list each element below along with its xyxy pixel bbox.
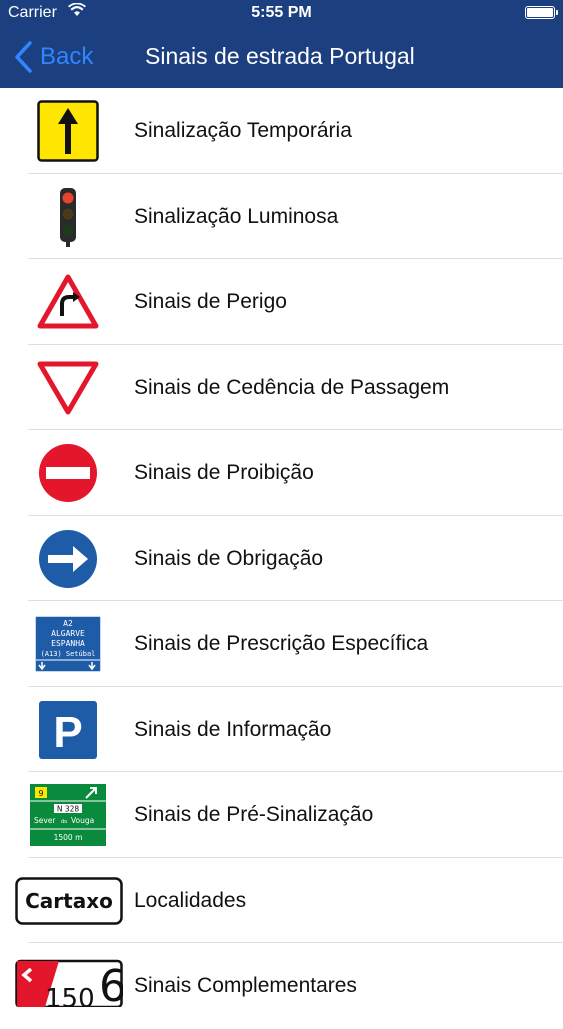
parking-sign-icon: P — [28, 699, 108, 761]
sign-road-text: A2 — [63, 619, 73, 628]
navigation-bar: Back Sinais de estrada Portugal — [0, 28, 563, 88]
list-item-localidades[interactable]: Cartaxo Localidades — [0, 858, 563, 943]
list-item-sinais-de-perigo[interactable]: Sinais de Perigo — [0, 259, 563, 345]
complementary-number: 150 — [45, 984, 95, 1007]
clock: 5:55 PM — [251, 4, 312, 21]
direction-sign-icon: A2 ALGARVE ESPANHA (A13) Setúbal — [28, 613, 108, 675]
list-item-sinais-de-informacao[interactable]: P Sinais de Informação — [0, 687, 563, 772]
list-item-label: Sinalização Temporária — [134, 119, 352, 142]
list-item-label: Sinais de Prescrição Específica — [134, 632, 429, 655]
list-item-label: Sinalização Luminosa — [134, 204, 339, 228]
place-connector: do — [61, 819, 67, 825]
place-name-2: Vouga — [71, 816, 94, 825]
danger-triangle-icon — [28, 271, 108, 333]
list-item-label: Sinais de Informação — [134, 717, 332, 741]
pre-signal-sign-icon: 9 N 328 Sever do Vouga 1500 m — [28, 784, 108, 846]
sign-line2-text: ESPANHA — [51, 639, 85, 648]
locality-sign-icon: Cartaxo — [15, 870, 123, 932]
list-item-label: Localidades — [134, 888, 247, 912]
back-label: Back — [40, 43, 94, 70]
distance-text: 1500 m — [54, 833, 83, 842]
list-item-sinais-de-proibicao[interactable]: Sinais de Proibição — [0, 430, 563, 516]
battery-icon — [525, 6, 558, 19]
list-item-sinais-complementares[interactable]: 150 6 Sinais Complementares — [0, 943, 563, 1029]
back-button[interactable]: Back — [14, 40, 93, 74]
status-bar: Carrier 5:55 PM — [0, 0, 563, 28]
list-item-sinais-de-cedencia[interactable]: Sinais de Cedência de Passagem — [0, 345, 563, 430]
exit-number: 9 — [38, 789, 43, 798]
list-item-label: Sinais de Obrigação — [134, 546, 324, 570]
sign-line3-text: (A13) Setúbal — [41, 650, 96, 658]
list-item-sinais-de-prescricao[interactable]: A2 ALGARVE ESPANHA (A13) Setúbal Sinais … — [0, 601, 563, 687]
route-number: N 328 — [57, 805, 80, 814]
locality-sign-text: Cartaxo — [25, 889, 113, 913]
list-item-label: Sinais de Pré-Sinalização — [134, 803, 374, 826]
traffic-light-icon — [28, 186, 108, 248]
complementary-sign-icon: 150 6 — [15, 955, 123, 1017]
list-item-label: Sinais de Proibição — [134, 461, 314, 484]
parking-letter: P — [53, 708, 82, 757]
list-item-label: Sinais de Perigo — [134, 290, 287, 313]
yield-triangle-icon — [28, 357, 108, 419]
list-item-sinalizacao-temporaria[interactable]: Sinalização Temporária — [0, 88, 563, 174]
list-item-label: Sinais Complementares — [134, 974, 357, 997]
mandatory-arrow-icon — [28, 528, 108, 590]
temporary-sign-arrow-icon — [28, 100, 108, 162]
sign-line1-text: ALGARVE — [51, 629, 85, 638]
category-list: Sinalização Temporária Sinalização Lumin… — [0, 88, 563, 1029]
place-name: Sever — [34, 816, 56, 825]
list-item-label: Sinais de Cedência de Passagem — [134, 375, 450, 399]
no-entry-icon — [28, 442, 108, 504]
list-item-sinais-de-obrigacao[interactable]: Sinais de Obrigação — [0, 516, 563, 601]
chevron-left-icon — [15, 41, 32, 73]
complementary-big-number: 6 — [99, 961, 123, 1007]
list-item-sinais-de-pre-sinalizacao[interactable]: 9 N 328 Sever do Vouga 1500 m Sinais de … — [0, 772, 563, 858]
page-title: Sinais de estrada Portugal — [145, 43, 415, 69]
list-item-sinalizacao-luminosa[interactable]: Sinalização Luminosa — [0, 174, 563, 259]
